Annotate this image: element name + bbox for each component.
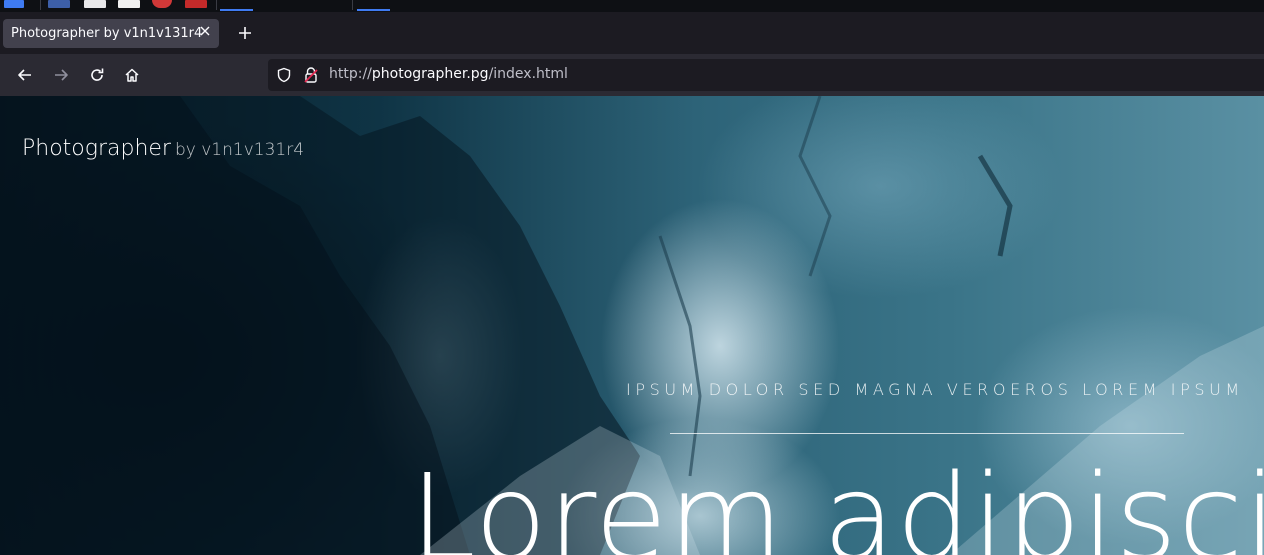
os-taskbar	[0, 0, 1264, 12]
taskbar-separator	[40, 0, 41, 10]
browser-tab-strip: Photographer by v1n1v131r4	[0, 12, 1264, 54]
taskbar-app-icon[interactable]	[185, 0, 207, 8]
hero-title: Lorem adipisci	[410, 448, 1264, 555]
taskbar-app-icon[interactable]	[48, 0, 70, 8]
browser-toolbar: http://photographer.pg/index.html	[0, 54, 1264, 96]
taskbar-app-icon[interactable]	[84, 0, 106, 8]
url-text[interactable]: http://photographer.pg/index.html	[329, 66, 568, 82]
url-bar[interactable]: http://photographer.pg/index.html	[268, 59, 1264, 91]
hero-subtitle: IPSUM DOLOR SED MAGNA VEROEROS LOREM IPS…	[626, 380, 1244, 399]
arrow-left-icon[interactable]	[13, 63, 37, 87]
url-host: photographer.pg	[371, 66, 489, 82]
taskbar-active-indicator	[220, 9, 253, 11]
taskbar-app-icon[interactable]	[4, 0, 24, 8]
taskbar-active-indicator	[357, 9, 390, 11]
close-icon[interactable]	[197, 25, 213, 41]
site-title-byline: by v1n1v131r4	[174, 140, 305, 160]
hero-section: Photographer by v1n1v131r4 IPSUM DOLOR SE…	[0, 96, 1264, 555]
site-title-name: Photographer	[22, 136, 171, 161]
taskbar-separator	[352, 0, 353, 10]
url-scheme: http://	[329, 66, 372, 82]
site-title[interactable]: Photographer by v1n1v131r4	[22, 136, 304, 161]
tab-title: Photographer by v1n1v131r4	[11, 26, 203, 41]
browser-tab[interactable]: Photographer by v1n1v131r4	[3, 19, 219, 48]
url-path: /index.html	[488, 66, 568, 82]
taskbar-app-icon[interactable]	[152, 0, 172, 8]
arrow-right-icon[interactable]	[49, 63, 73, 87]
taskbar-separator	[216, 0, 217, 10]
plus-icon[interactable]	[234, 22, 256, 44]
taskbar-app-icon[interactable]	[118, 0, 140, 8]
shield-icon[interactable]	[276, 67, 292, 87]
home-icon[interactable]	[120, 63, 144, 87]
insecure-lock-icon[interactable]	[303, 66, 319, 88]
reload-icon[interactable]	[85, 63, 109, 87]
hero-divider	[670, 433, 1184, 434]
